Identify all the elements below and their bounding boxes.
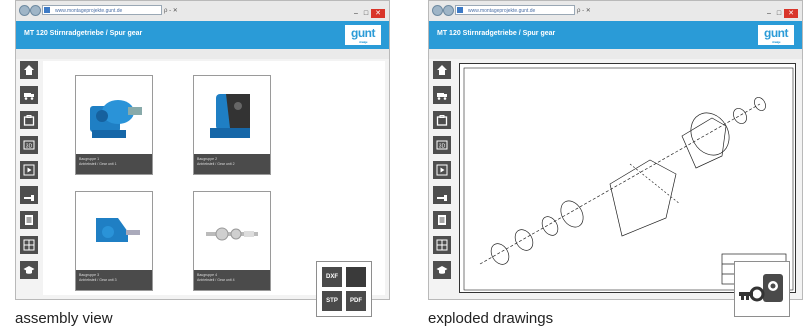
back-icon[interactable] [19,5,30,16]
card-subtitle: Antriebsteil / Gear unit 4 [197,278,235,282]
site-icon [44,7,50,13]
assembly-card[interactable]: Baugruppe 1 Antriebsteil / Gear unit 1 [75,75,153,175]
tools-icon[interactable] [20,186,38,204]
file-formats-badge: DXF STP PDF [316,261,372,317]
shaft-image [200,198,264,262]
sidebar: 3D [433,61,453,286]
panel-caption: assembly view [15,310,113,327]
svg-text:3D: 3D [26,144,33,150]
address-bar[interactable]: www.montageprojekte.gunt.de [42,5,162,15]
document-icon[interactable] [433,211,451,229]
card-subtitle: Antriebsteil / Gear unit 1 [79,162,117,166]
minimize-button[interactable]: – [351,9,361,18]
address-controls[interactable]: ρ - ✕ [164,7,178,14]
assembly-view-panel: www.montageprojekte.gunt.de ρ - ✕ – □ ✕ MT… [15,0,390,335]
gear-unit-image [82,82,146,146]
forward-icon[interactable] [30,5,41,16]
stp-label: STP [322,291,342,311]
maximize-button[interactable]: □ [361,9,371,18]
card-caption: Baugruppe 1 Antriebsteil / Gear unit 1 [76,154,152,174]
app-title: MT 120 Stirnradgetriebe / Spur gear [24,30,143,37]
key-badge [734,261,790,317]
card-subtitle: Antriebsteil / Gear unit 2 [197,162,235,166]
bag-icon[interactable] [20,111,38,129]
logo-text: gunt [351,26,376,40]
truck-icon[interactable] [433,86,451,104]
gear-unit-image [82,198,146,262]
gear-unit-image [200,82,264,146]
window-controls: – □ ✕ [764,2,798,18]
minimize-button[interactable]: – [764,9,774,18]
browser-chrome: www.montageprojekte.gunt.de ρ - ✕ – □ ✕ [16,1,389,22]
close-button[interactable]: ✕ [371,9,385,18]
card-caption: Baugruppe 2 Antriebsteil / Gear unit 2 [194,154,270,174]
sidebar: 3D [20,61,40,286]
svg-text:3D: 3D [439,144,446,150]
address-controls[interactable]: ρ - ✕ [577,7,591,14]
app-header: MT 120 Stirnradgetriebe / Spur gear gunt… [16,21,389,49]
assembly-card[interactable]: Baugruppe 2 Antriebsteil / Gear unit 2 [193,75,271,175]
grid-icon[interactable] [433,236,451,254]
logo-text: gunt [764,26,789,40]
window-controls: – □ ✕ [351,2,385,18]
close-button[interactable]: ✕ [784,9,798,18]
exploded-drawings-panel: www.montageprojekte.gunt.de ρ - ✕ – □ ✕ MT… [428,0,803,335]
bag-icon[interactable] [433,111,451,129]
3d-icon[interactable]: 3D [20,136,38,154]
card-subtitle: Antriebsteil / Gear unit 3 [79,278,117,282]
browser-window: www.montageprojekte.gunt.de ρ - ✕ – □ ✕ MT… [428,0,803,300]
document-icon [346,267,366,287]
card-caption: Baugruppe 3 Antriebsteil / Gear unit 3 [76,270,152,290]
assembly-card[interactable]: Baugruppe 4 Antriebsteil / Gear unit 4 [193,191,271,291]
maximize-button[interactable]: □ [774,9,784,18]
dxf-label: DXF [322,267,342,287]
forward-icon[interactable] [443,5,454,16]
assembly-grid: Baugruppe 1 Antriebsteil / Gear unit 1 Ba… [43,61,385,295]
browser-chrome: www.montageprojekte.gunt.de ρ - ✕ – □ ✕ [429,1,802,22]
card-caption: Baugruppe 4 Antriebsteil / Gear unit 4 [194,270,270,290]
app-header: MT 120 Stirnradgetriebe / Spur gear gunt… [429,21,802,49]
gunt-logo: gunt Anzeige [345,25,381,45]
pdf-label: PDF [346,291,366,311]
panel-caption: exploded drawings [428,310,554,327]
3d-icon[interactable]: 3D [433,136,451,154]
sub-bar [429,49,802,59]
key-lock-icon [739,274,783,302]
browser-window: www.montageprojekte.gunt.de ρ - ✕ – □ ✕ MT… [15,0,390,300]
grid-icon[interactable] [20,236,38,254]
graduation-icon[interactable] [20,261,38,279]
exploded-drawing[interactable] [459,63,796,293]
back-icon[interactable] [432,5,443,16]
logo-subtext: Anzeige [771,40,781,44]
graduation-icon[interactable] [433,261,451,279]
app-title: MT 120 Stirnradgetriebe / Spur gear [437,30,556,37]
truck-icon[interactable] [20,86,38,104]
gunt-logo: gunt Anzeige [758,25,794,45]
site-icon [457,7,463,13]
tools-icon[interactable] [433,186,451,204]
logo-subtext: Anzeige [358,40,368,44]
play-icon[interactable] [20,161,38,179]
document-icon[interactable] [20,211,38,229]
home-icon[interactable] [20,61,38,79]
assembly-card[interactable]: Baugruppe 3 Antriebsteil / Gear unit 3 [75,191,153,291]
home-icon[interactable] [433,61,451,79]
sub-bar [16,49,389,59]
address-bar[interactable]: www.montageprojekte.gunt.de [455,5,575,15]
play-icon[interactable] [433,161,451,179]
